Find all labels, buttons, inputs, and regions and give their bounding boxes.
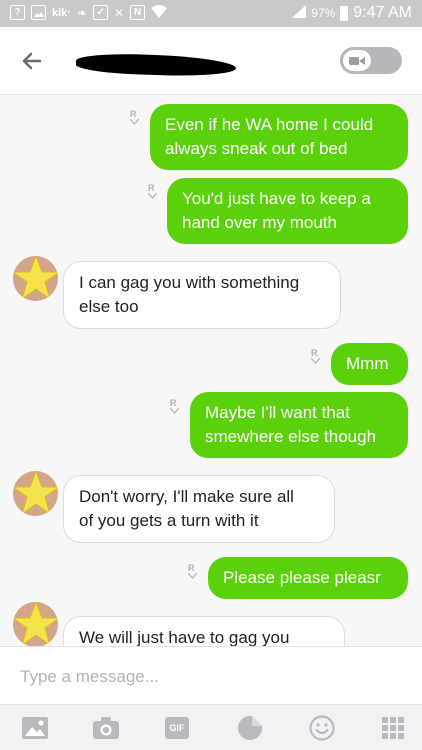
incoming-message[interactable]: I can gag you with something else too xyxy=(63,261,341,329)
camera-icon[interactable] xyxy=(91,714,121,742)
wifi-icon xyxy=(151,5,168,20)
contact-avatar[interactable] xyxy=(13,471,58,516)
attachment-toolbar: GIF xyxy=(0,704,422,750)
status-bar: ? kik· ❧ ✓ ✕ N 97% 9:47 AM xyxy=(0,0,422,27)
back-arrow-icon[interactable] xyxy=(18,47,46,75)
message-line: You'd just have to keep a xyxy=(182,189,371,208)
contact-avatar[interactable] xyxy=(13,602,58,646)
message-line: Maybe I'll want that xyxy=(205,403,350,422)
apps-grid-icon[interactable] xyxy=(378,714,408,742)
incoming-message[interactable]: Don't worry, I'll make sure all of you g… xyxy=(63,475,335,543)
incoming-message[interactable]: We will just have to gag you xyxy=(63,616,345,646)
read-receipt: R xyxy=(148,183,157,199)
chat-header: A xyxy=(0,27,422,95)
system-status: 97% 9:47 AM xyxy=(292,4,412,22)
message-line: hand over my mouth xyxy=(182,213,337,232)
question-notification-icon: ? xyxy=(10,5,25,20)
read-receipt: R xyxy=(188,563,197,579)
message-list[interactable]: R Even if he WA home I could always snea… xyxy=(0,95,422,646)
message-line: I can gag you with something xyxy=(79,273,300,292)
notification-icons: ? kik· ❧ ✓ ✕ N xyxy=(10,5,168,20)
message-line: of you gets a turn with it xyxy=(79,511,259,530)
mute-icon: ✕ xyxy=(114,5,125,20)
message-line: always sneak out of bed xyxy=(165,139,348,158)
signal-icon xyxy=(292,5,307,21)
smiley-icon[interactable] xyxy=(307,714,337,742)
outgoing-message[interactable]: Please please pleasr xyxy=(208,557,408,599)
outgoing-message[interactable]: Even if he WA home I could always sneak … xyxy=(150,104,408,170)
video-camera-icon xyxy=(343,50,371,71)
message-line: Please please pleasr xyxy=(223,568,381,587)
nfc-icon: N xyxy=(130,5,146,20)
message-line: Even if he WA home I could xyxy=(165,115,374,134)
battery-percent: 97% xyxy=(311,6,336,20)
read-receipt: R xyxy=(311,348,320,364)
star-avatar-icon xyxy=(13,471,58,516)
redaction-scribble xyxy=(75,52,237,78)
contact-name[interactable]: A xyxy=(75,52,237,78)
outgoing-message[interactable]: Maybe I'll want that smewhere else thoug… xyxy=(190,392,408,458)
message-line: Don't worry, I'll make sure all xyxy=(79,487,294,506)
outgoing-message[interactable]: You'd just have to keep a hand over my m… xyxy=(167,178,408,244)
message-input[interactable]: Type a message... xyxy=(20,667,159,687)
outgoing-message[interactable]: Mmm xyxy=(331,343,408,385)
sticker-icon[interactable] xyxy=(235,714,265,742)
message-input-bar: Type a message... xyxy=(0,646,422,704)
battery-icon xyxy=(340,5,349,21)
message-line: Mmm xyxy=(346,354,389,373)
message-line: We will just have to gag you xyxy=(79,628,290,646)
gallery-icon[interactable] xyxy=(20,714,50,742)
contact-avatar[interactable] xyxy=(13,256,58,301)
read-receipt: R xyxy=(170,398,179,414)
clock: 9:47 AM xyxy=(353,4,412,21)
check-notification-icon: ✓ xyxy=(93,5,109,20)
gif-icon: GIF xyxy=(165,717,189,739)
kik-notification-icon: kik· xyxy=(52,6,71,19)
video-chat-toggle[interactable] xyxy=(340,47,402,74)
read-receipt: R xyxy=(130,109,139,125)
gif-button[interactable]: GIF xyxy=(162,714,192,742)
image-notification-icon xyxy=(31,5,46,20)
star-avatar-icon xyxy=(13,256,58,301)
star-avatar-icon xyxy=(13,602,58,646)
voicemail-icon: ❧ xyxy=(76,5,88,20)
message-line: else too xyxy=(79,297,139,316)
message-line: smewhere else though xyxy=(205,427,377,446)
